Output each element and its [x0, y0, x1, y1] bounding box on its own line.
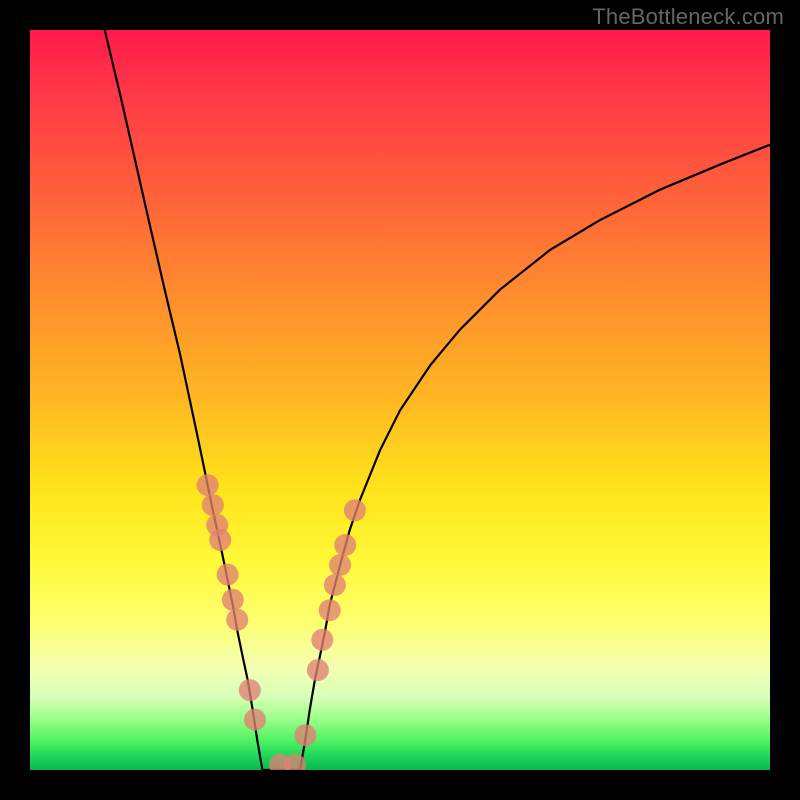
marker-dot	[202, 494, 224, 516]
chart-svg	[30, 30, 770, 770]
curve-right	[300, 145, 770, 770]
marker-dot	[307, 659, 329, 681]
marker-dot	[344, 499, 366, 521]
marker-group	[197, 474, 366, 770]
marker-dot	[294, 724, 316, 746]
marker-dot	[222, 589, 244, 611]
marker-dot	[217, 564, 239, 586]
marker-dot	[329, 554, 351, 576]
marker-dot	[311, 629, 333, 651]
marker-dot	[226, 609, 248, 631]
marker-dot	[244, 709, 266, 731]
marker-dot	[197, 474, 219, 496]
marker-dot	[319, 599, 341, 621]
marker-dot	[239, 679, 261, 701]
marker-dot	[334, 534, 356, 556]
marker-dot	[324, 574, 346, 596]
curve-left	[105, 30, 263, 770]
marker-dot	[209, 529, 231, 551]
watermark-text: TheBottleneck.com	[592, 4, 784, 30]
chart-frame	[30, 30, 770, 770]
